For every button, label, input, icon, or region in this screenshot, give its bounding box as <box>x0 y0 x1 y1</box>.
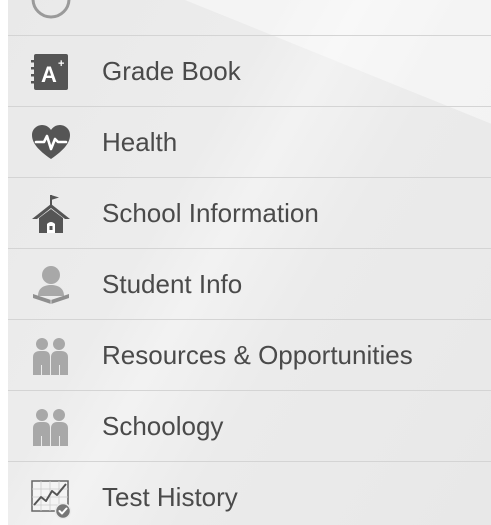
sidebar-item-schoology[interactable]: Schoology <box>8 390 491 460</box>
sidebar-item-label: School Information <box>102 198 319 228</box>
school-house-icon <box>30 193 72 235</box>
sidebar-item-label: Test History <box>102 482 238 512</box>
sidebar-item-partial[interactable] <box>8 0 491 35</box>
sidebar-item-label: Schoology <box>102 411 224 441</box>
chart-check-icon <box>30 477 72 519</box>
sidebar-item-resources-opportunities[interactable]: Resources & Opportunities <box>8 319 491 389</box>
sidebar-item-school-information[interactable]: School Information <box>8 177 491 247</box>
sidebar-item-student-info[interactable]: Student Info <box>8 248 491 318</box>
sidebar-item-label: Student Info <box>102 269 243 299</box>
sidebar-item-label: Grade Book <box>102 56 241 86</box>
people-group-icon <box>30 406 72 448</box>
people-group-icon <box>30 335 72 377</box>
sidebar-menu: A + Grade Book Health School Information… <box>8 0 491 525</box>
student-reading-icon <box>30 264 72 306</box>
svg-text:A: A <box>41 62 57 87</box>
circle-icon <box>30 0 72 20</box>
grade-book-icon: A + <box>30 51 72 93</box>
sidebar-item-test-history[interactable]: Test History <box>8 461 491 525</box>
sidebar-item-grade-book[interactable]: A + Grade Book <box>8 35 491 105</box>
sidebar-item-label: Resources & Opportunities <box>102 340 413 370</box>
sidebar-item-label: Health <box>102 127 178 157</box>
health-heart-icon <box>30 122 72 164</box>
sidebar-item-health[interactable]: Health <box>8 106 491 176</box>
svg-text:+: + <box>58 58 64 70</box>
